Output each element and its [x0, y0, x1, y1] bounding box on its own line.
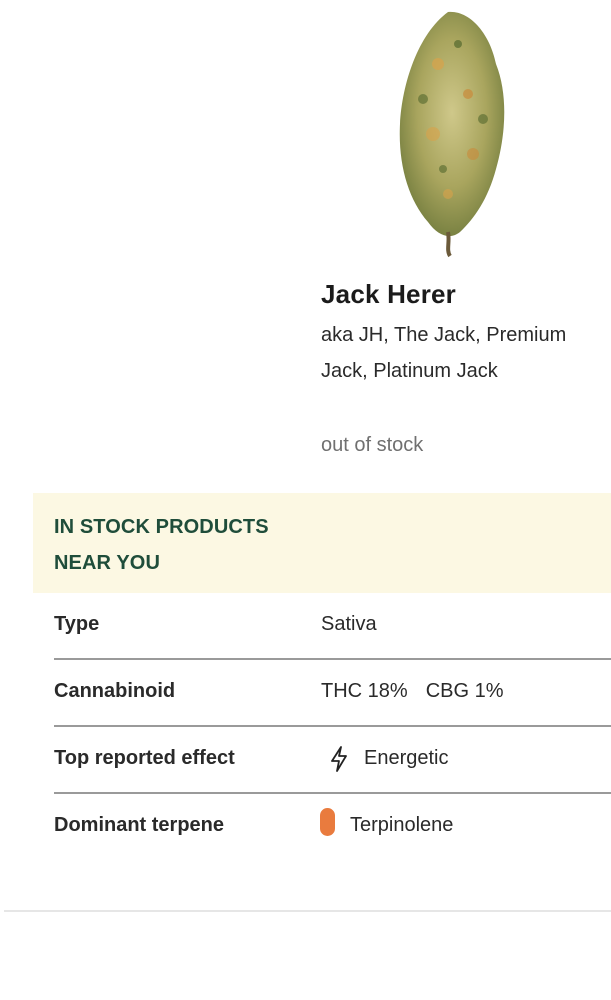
strain-name: Jack Herer: [321, 279, 456, 309]
cannabinoid-label: Cannabinoid: [54, 680, 176, 702]
effect-row: Top reported effect Energetic: [54, 727, 611, 794]
lightning-bolt-icon: [330, 746, 348, 772]
cannabis-bud-icon: [399, 11, 505, 258]
strain-aliases: aka JH, The Jack, Premium Jack, Platinum…: [321, 324, 567, 382]
stock-status: out of stock: [321, 434, 424, 456]
terpene-label: Dominant terpene: [54, 814, 225, 836]
effect-label: Top reported effect: [54, 747, 235, 769]
section-divider: [4, 910, 611, 912]
cannabinoid-values: THC 18% CBG 1%: [321, 680, 504, 703]
strain-details-table: Type Sativa Cannabinoid THC 18% CBG 1% To…: [54, 593, 611, 859]
terpene-value: Terpinolene: [350, 814, 454, 836]
effect-value: Energetic: [364, 747, 449, 769]
thc-value: THC 18%: [321, 680, 408, 702]
in-stock-products-banner[interactable]: IN STOCK PRODUCTS NEAR YOU: [33, 493, 611, 593]
type-value: Sativa: [321, 613, 377, 635]
cannabinoid-row: Cannabinoid THC 18% CBG 1%: [54, 660, 611, 727]
cbg-value: CBG 1%: [425, 680, 504, 702]
type-row: Type Sativa: [54, 593, 611, 660]
terpene-color-indicator: [320, 808, 335, 836]
in-stock-products-link[interactable]: IN STOCK PRODUCTS NEAR YOU: [54, 509, 314, 581]
type-label: Type: [54, 613, 100, 635]
terpene-row: Dominant terpene Terpinolene: [54, 794, 611, 859]
product-image: [378, 4, 528, 260]
